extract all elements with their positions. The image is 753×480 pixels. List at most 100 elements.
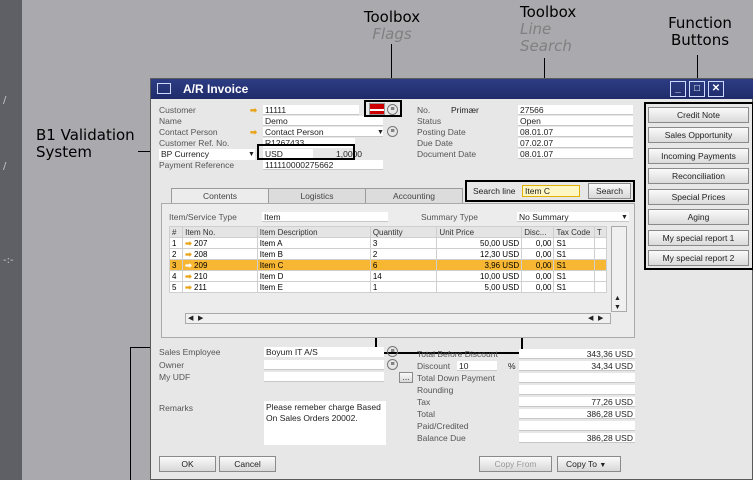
row-number[interactable]: 5 [168, 281, 184, 293]
grid-vertical-scrollbar[interactable]: ▲ ▼ [611, 226, 627, 312]
discount-value-field[interactable]: 34,34 USD [519, 361, 635, 371]
list-icon[interactable]: ≡ [387, 126, 398, 137]
scroll-left-icon[interactable]: ◀ [588, 313, 593, 324]
link-arrow-icon[interactable]: ➡ [185, 283, 192, 292]
tax-cell[interactable]: S1 [553, 237, 595, 249]
discount-percent-field[interactable]: 10 [457, 361, 497, 371]
special-report-2-button[interactable]: My special report 2 [648, 250, 749, 266]
list-icon[interactable]: ≡ [387, 346, 398, 357]
link-arrow-icon[interactable]: ➡ [185, 250, 192, 259]
payref-field[interactable]: 111110000275662 [263, 160, 383, 170]
col-header[interactable]: Quantity [369, 226, 438, 238]
table-row[interactable]: 1 ➡ 207 Item A 3 50,00 USD 0,00 S1 [168, 237, 608, 249]
chevron-down-icon[interactable]: ▼ [248, 149, 255, 160]
list-icon[interactable]: ≡ [387, 359, 398, 370]
special-report-1-button[interactable]: My special report 1 [648, 230, 749, 246]
credit-note-button[interactable]: Credit Note [648, 107, 749, 123]
scroll-right-icon[interactable]: ▶ [598, 313, 603, 324]
tax-cell[interactable]: S1 [553, 270, 595, 282]
item-desc-cell[interactable]: Item B [256, 248, 371, 260]
copy-from-button[interactable]: Copy From [479, 456, 552, 472]
link-arrow-icon[interactable]: ➡ [250, 127, 257, 138]
qty-cell[interactable]: 1 [369, 281, 438, 293]
disc-cell[interactable]: 0,00 [521, 259, 555, 271]
special-prices-button[interactable]: Special Prices [648, 189, 749, 205]
search-button[interactable]: Search [588, 183, 631, 199]
search-line-input[interactable]: Item C [522, 185, 580, 197]
down-payment-field[interactable] [519, 373, 635, 383]
sales-employee-field[interactable]: Boyum IT A/S [264, 347, 384, 357]
customer-field[interactable]: 11111 [263, 105, 359, 115]
aging-button[interactable]: Aging [648, 209, 749, 225]
disc-cell[interactable]: 0,00 [521, 281, 555, 293]
tab-accounting[interactable]: Accounting [365, 188, 463, 204]
item-desc-cell[interactable]: Item C [256, 259, 371, 271]
col-header[interactable]: Tax Code [553, 226, 595, 238]
summary-type-select[interactable]: No Summary [517, 212, 629, 222]
doc-date-field[interactable]: 08.01.07 [518, 149, 633, 159]
incoming-payments-button[interactable]: Incoming Payments [648, 148, 749, 164]
table-row[interactable]: 5 ➡ 211 Item E 1 5,00 USD 0,00 S1 [168, 281, 608, 293]
chevron-down-icon[interactable]: ▼ [377, 127, 384, 138]
scroll-down-icon[interactable]: ▼ [614, 302, 621, 313]
link-arrow-icon[interactable]: ➡ [185, 272, 192, 281]
tax-cell[interactable]: S1 [553, 259, 595, 271]
cancel-button[interactable]: Cancel [219, 456, 276, 472]
item-no-cell[interactable]: ➡ 211 [182, 281, 258, 293]
qty-cell[interactable]: 14 [369, 270, 438, 282]
table-row[interactable]: 2 ➡ 208 Item B 2 12,30 USD 0,00 S1 [168, 248, 608, 260]
col-header[interactable]: Disc... [521, 226, 555, 238]
close-icon[interactable]: ✕ [708, 81, 724, 97]
row-number[interactable]: 3 [168, 259, 184, 271]
col-header[interactable]: # [168, 226, 184, 238]
maximize-icon[interactable]: □ [689, 81, 705, 97]
item-desc-cell[interactable]: Item E [256, 281, 371, 293]
price-cell[interactable]: 10,00 USD [436, 270, 523, 282]
copy-to-button[interactable]: Copy To ▼ [557, 456, 621, 472]
item-no-cell[interactable]: ➡ 207 [182, 237, 258, 249]
qty-cell[interactable]: 2 [369, 248, 438, 260]
posting-date-field[interactable]: 08.01.07 [518, 127, 633, 137]
due-date-field[interactable]: 07.02.07 [518, 138, 633, 148]
ok-button[interactable]: OK [159, 456, 216, 472]
series-field[interactable]: Primær [451, 105, 479, 116]
tab-contents[interactable]: Contents [171, 188, 269, 204]
doc-no-field[interactable]: 27566 [518, 105, 633, 115]
col-header[interactable]: Item No. [182, 226, 258, 238]
name-field[interactable]: Demo [263, 116, 383, 126]
price-cell[interactable]: 12,30 USD [436, 248, 523, 260]
link-arrow-icon[interactable]: ➡ [250, 105, 257, 116]
tax-cell[interactable]: S1 [553, 281, 595, 293]
chevron-down-icon[interactable]: ▼ [599, 462, 606, 469]
sales-opportunity-button[interactable]: Sales Opportunity [648, 127, 749, 143]
row-number[interactable]: 1 [168, 237, 184, 249]
item-desc-cell[interactable]: Item A [256, 237, 371, 249]
tab-logistics[interactable]: Logistics [268, 188, 366, 204]
qty-cell[interactable]: 3 [369, 237, 438, 249]
currency-select[interactable]: BP Currency [159, 149, 255, 160]
col-header[interactable]: Unit Price [436, 226, 523, 238]
table-row[interactable]: 4 ➡ 210 Item D 14 10,00 USD 0,00 S1 [168, 270, 608, 282]
row-number[interactable]: 4 [168, 270, 184, 282]
link-arrow-icon[interactable]: ➡ [185, 239, 192, 248]
tax-cell[interactable]: S1 [553, 248, 595, 260]
remarks-field[interactable]: Please remeber charge Based On Sales Ord… [264, 401, 386, 445]
disc-cell[interactable]: 0,00 [521, 270, 555, 282]
price-cell[interactable]: 50,00 USD [436, 237, 523, 249]
owner-field[interactable] [264, 360, 384, 370]
chevron-down-icon[interactable]: ▼ [621, 212, 628, 223]
rounding-field[interactable] [519, 385, 635, 395]
grid-horizontal-scrollbar[interactable]: ◀ ▶ ◀ ▶ [185, 313, 611, 324]
scroll-left-icon[interactable]: ◀ [188, 313, 193, 324]
price-cell[interactable]: 5,00 USD [436, 281, 523, 293]
row-number[interactable]: 2 [168, 248, 184, 260]
udf-field[interactable] [264, 372, 384, 382]
disc-cell[interactable]: 0,00 [521, 248, 555, 260]
qty-cell[interactable]: 6 [369, 259, 438, 271]
col-header[interactable]: T [593, 226, 608, 238]
item-no-cell[interactable]: ➡ 208 [182, 248, 258, 260]
scroll-right-icon[interactable]: ▶ [198, 313, 203, 324]
reconciliation-button[interactable]: Reconciliation [648, 168, 749, 184]
link-arrow-icon[interactable]: ➡ [185, 261, 192, 270]
col-header[interactable]: Item Description [256, 226, 371, 238]
